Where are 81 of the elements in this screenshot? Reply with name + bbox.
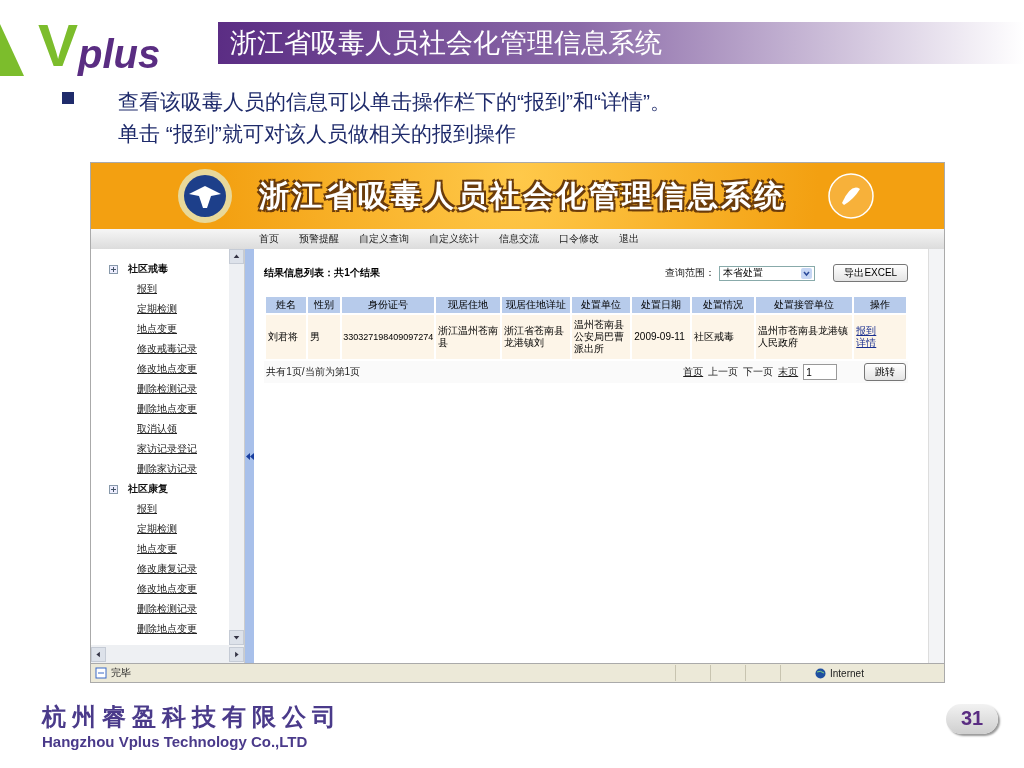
page-input[interactable]: 1 — [803, 364, 838, 380]
tree-group-label[interactable]: 社区戒毒 — [128, 262, 168, 276]
tree-link[interactable]: 定期检测 — [137, 299, 177, 319]
pager-link[interactable]: 首页 — [683, 365, 704, 379]
column-header: 姓名 — [266, 297, 307, 313]
bullet-text: 查看该吸毒人员的信息可以单击操作栏下的“报到”和“详情”。 — [118, 89, 671, 115]
globe-icon — [815, 667, 826, 679]
tree-link[interactable]: 修改康复记录 — [137, 559, 197, 579]
expand-icon[interactable] — [109, 264, 118, 274]
emblem-icon — [177, 168, 233, 224]
tree-link[interactable]: 报到 — [137, 499, 157, 519]
banner-title: 浙江省吸毒人员社会化管理信息系统 — [259, 177, 787, 214]
zone-text: Internet — [830, 667, 865, 679]
status-text: 完毕 — [111, 666, 131, 680]
tree-link[interactable]: 家访记录登记 — [137, 439, 197, 459]
action-link[interactable]: 报到 — [856, 325, 877, 336]
left-arrow-icon — [95, 650, 102, 658]
page-number: 31 — [946, 703, 998, 734]
table-cell: 330327198409097274 — [342, 315, 435, 359]
bullet-text: 单击 “报到”就可对该人员做相关的报到操作 — [118, 121, 517, 147]
expand-icon[interactable] — [109, 484, 118, 494]
scrollbar[interactable] — [229, 249, 245, 645]
table-cell: 温州市苍南县龙港镇人民政府 — [756, 315, 853, 359]
tree-link[interactable]: 地点变更 — [137, 319, 177, 339]
scope-select[interactable]: 本省处置 — [719, 265, 816, 281]
tree-link[interactable]: 删除检测记录 — [137, 379, 197, 399]
nav-link[interactable]: 自定义查询 — [359, 232, 409, 246]
scrollbar[interactable] — [928, 249, 944, 663]
export-button[interactable]: 导出EXCEL — [833, 264, 909, 282]
up-arrow-icon — [233, 253, 241, 260]
column-header: 操作 — [854, 297, 907, 313]
nav-link[interactable]: 预警提醒 — [299, 232, 339, 246]
table-cell: 社区戒毒 — [692, 315, 755, 359]
tree-link[interactable]: 定期检测 — [137, 519, 177, 539]
column-header: 现居住地 — [436, 297, 501, 313]
go-button[interactable]: 跳转 — [864, 363, 907, 381]
column-header: 身份证号 — [342, 297, 435, 313]
nav-link[interactable]: 退出 — [619, 232, 639, 246]
results-heading: 结果信息列表：共1个结果 — [264, 266, 380, 280]
column-header: 现居住地详址 — [502, 297, 571, 313]
down-arrow-icon — [233, 634, 241, 641]
company-name: 杭州睿盈科技有限公司 — [42, 702, 342, 732]
tree-link[interactable]: 报到 — [137, 279, 157, 299]
nav-link[interactable]: 信息交流 — [499, 232, 539, 246]
table-cell: 温州苍南县公安局巴曹派出所 — [572, 315, 631, 359]
bullet-icon — [62, 92, 74, 104]
tree-link[interactable]: 删除地点变更 — [137, 619, 197, 639]
scope-label: 查询范围： — [665, 266, 716, 280]
table-cell: 刘君将 — [266, 315, 307, 359]
column-header: 处置日期 — [632, 297, 691, 313]
nav-link[interactable]: 首页 — [259, 232, 279, 246]
table-cell: 男 — [308, 315, 341, 359]
table-cell: 浙江省苍南县龙港镇刘 — [502, 315, 571, 359]
double-left-arrow-icon[interactable] — [245, 452, 254, 460]
column-header: 性别 — [308, 297, 341, 313]
caret-icon — [801, 267, 813, 279]
page-icon — [95, 667, 107, 679]
table-cell: 2009-09-11 — [632, 315, 691, 359]
tree-link[interactable]: 取消认领 — [137, 419, 177, 439]
column-header: 处置接管单位 — [756, 297, 853, 313]
tree-link[interactable]: 删除检测记录 — [137, 599, 197, 619]
horizontal-scrollbar[interactable] — [91, 645, 245, 663]
tree-link[interactable]: 删除家访记录 — [137, 459, 197, 479]
tree-link[interactable]: 删除地点变更 — [137, 399, 197, 419]
action-link[interactable]: 详情 — [856, 337, 877, 348]
tree-link[interactable]: 修改地点变更 — [137, 579, 197, 599]
tree-link[interactable]: 修改戒毒记录 — [137, 339, 197, 359]
right-arrow-icon — [233, 650, 241, 658]
table-cell: 浙江温州苍南县 — [436, 315, 501, 359]
column-header: 处置情况 — [692, 297, 755, 313]
tree-link[interactable]: 地点变更 — [137, 539, 177, 559]
nav-link[interactable]: 自定义统计 — [429, 232, 479, 246]
round-logo-icon — [828, 173, 874, 219]
pager-link[interactable]: 末页 — [778, 365, 799, 379]
tree-link[interactable]: 修改地点变更 — [137, 359, 197, 379]
nav-link[interactable]: 口令修改 — [559, 232, 599, 246]
company-english-name: Hangzhou Vplus Technology Co.,LTD — [42, 733, 309, 750]
tree-group-label[interactable]: 社区康复 — [128, 482, 168, 496]
vplus-logo: Vplus — [38, 14, 162, 76]
column-header: 处置单位 — [572, 297, 631, 313]
page-info: 共有1页/当前为第1页 — [266, 365, 361, 379]
